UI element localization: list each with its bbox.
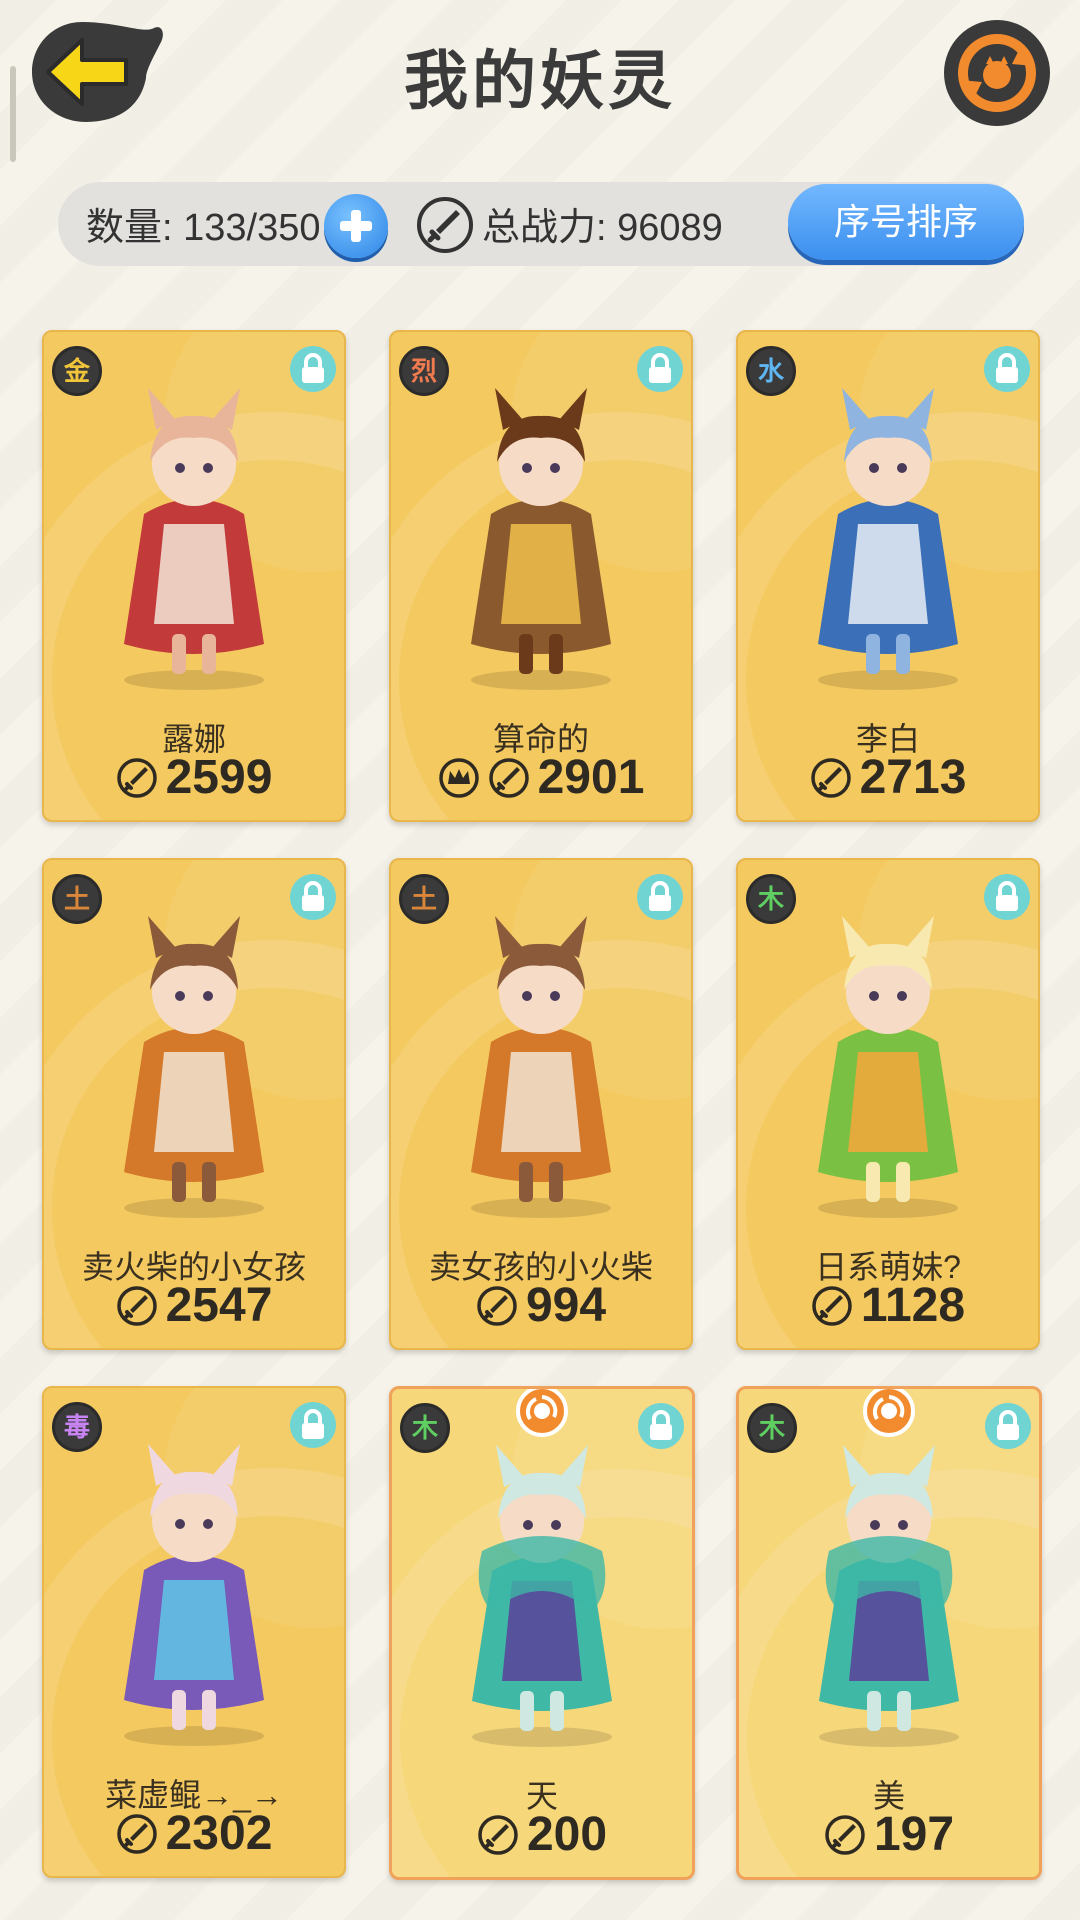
- spirit-power-row: 2302: [44, 1806, 344, 1861]
- sword-icon: [417, 197, 473, 253]
- spirit-power-value: 994: [525, 1279, 607, 1332]
- spirit-figure: [818, 388, 958, 690]
- sword-icon: [825, 1814, 865, 1855]
- spirit-card[interactable]: 土卖火柴的小女孩 2547: [42, 858, 346, 1350]
- sword-icon: [478, 1814, 518, 1855]
- lock-icon: [650, 1410, 672, 1440]
- spirit-figure: [124, 1444, 264, 1746]
- sword-icon: [116, 1285, 157, 1326]
- refresh-button[interactable]: [942, 18, 1052, 128]
- sort-by-number-button[interactable]: 序号排序: [788, 184, 1024, 260]
- spirit-figure: [471, 388, 611, 690]
- lock-icon: [302, 1409, 324, 1439]
- lock-toggle[interactable]: [984, 874, 1030, 920]
- element-badge: 土: [399, 874, 449, 924]
- page-title: 我的妖灵: [404, 45, 676, 117]
- lock-icon: [302, 881, 324, 911]
- lock-toggle[interactable]: [290, 1402, 336, 1448]
- spirit-figure: [124, 916, 264, 1218]
- lock-toggle[interactable]: [637, 346, 683, 392]
- spirit-power-value: 2547: [165, 1279, 273, 1332]
- lock-icon: [302, 353, 324, 383]
- special-emblem-icon: [516, 1389, 568, 1437]
- spirit-card[interactable]: 木美 197: [736, 1386, 1042, 1880]
- sword-icon: [812, 1285, 852, 1326]
- refresh-icon: [944, 20, 1050, 126]
- sword-icon: [116, 757, 157, 798]
- lock-toggle[interactable]: [290, 874, 336, 920]
- spirit-figure: [471, 916, 611, 1218]
- spirit-figure: [819, 1445, 959, 1747]
- spirit-card[interactable]: 毒菜虚鲲→_→ 2302: [42, 1386, 346, 1878]
- spirit-card[interactable]: 土卖女孩的小火柴 994: [389, 858, 693, 1350]
- element-badge: 水: [746, 346, 796, 396]
- lock-toggle[interactable]: [290, 346, 336, 392]
- spirit-power-row: 994: [391, 1278, 691, 1333]
- sword-icon: [477, 1285, 517, 1326]
- spirit-power-value: 200: [526, 1808, 608, 1861]
- spirit-card[interactable]: 木天 200: [389, 1386, 695, 1880]
- spirit-power-value: 2599: [165, 751, 273, 804]
- lock-toggle[interactable]: [638, 1403, 684, 1449]
- spirit-figure: [818, 916, 958, 1218]
- lock-icon: [996, 353, 1018, 383]
- total-power: 总战力: 96089: [482, 207, 723, 249]
- spirit-power-value: 197: [873, 1808, 955, 1861]
- spirit-power-row: 2547: [44, 1278, 344, 1333]
- spirit-power-row: 197: [739, 1807, 1039, 1862]
- lock-icon: [997, 1410, 1019, 1440]
- spirit-power-row: 2713: [738, 750, 1038, 805]
- plus-icon: [340, 210, 372, 242]
- spirit-power-value: 2713: [859, 751, 967, 804]
- spirit-power-value: 1128: [860, 1279, 966, 1332]
- lock-toggle[interactable]: [985, 1403, 1031, 1449]
- spirit-power-value: 2901: [537, 751, 645, 804]
- crown-icon: [438, 757, 479, 798]
- spirit-count: 数量: 133/350: [86, 207, 321, 249]
- element-badge: 木: [400, 1403, 450, 1453]
- element-badge: 木: [747, 1403, 797, 1453]
- sword-icon: [488, 757, 529, 798]
- add-capacity-button[interactable]: [324, 194, 388, 258]
- spirit-figure: [472, 1445, 612, 1747]
- spirit-figure: [124, 388, 264, 690]
- lock-icon: [649, 353, 671, 383]
- lock-icon: [996, 881, 1018, 911]
- element-badge: 烈: [399, 346, 449, 396]
- spirit-power-row: 2901: [391, 750, 691, 805]
- spirit-power-value: 2302: [165, 1807, 273, 1860]
- spirit-power-row: 1128: [738, 1278, 1038, 1333]
- spirit-power-row: 200: [392, 1807, 692, 1862]
- element-badge: 土: [52, 874, 102, 924]
- sword-icon: [810, 757, 851, 798]
- spirit-card[interactable]: 烈算命的 2901: [389, 330, 693, 822]
- spirit-card[interactable]: 水李白 2713: [736, 330, 1040, 822]
- spirit-card[interactable]: 金露娜 2599: [42, 330, 346, 822]
- element-badge: 毒: [52, 1402, 102, 1452]
- sword-icon: [116, 1813, 157, 1854]
- lock-toggle[interactable]: [984, 346, 1030, 392]
- spirit-power-row: 2599: [44, 750, 344, 805]
- special-emblem-icon: [863, 1389, 915, 1437]
- element-badge: 金: [52, 346, 102, 396]
- lock-toggle[interactable]: [637, 874, 683, 920]
- lock-icon: [649, 881, 671, 911]
- element-badge: 木: [746, 874, 796, 924]
- spirit-card[interactable]: 木日系萌妹? 1128: [736, 858, 1040, 1350]
